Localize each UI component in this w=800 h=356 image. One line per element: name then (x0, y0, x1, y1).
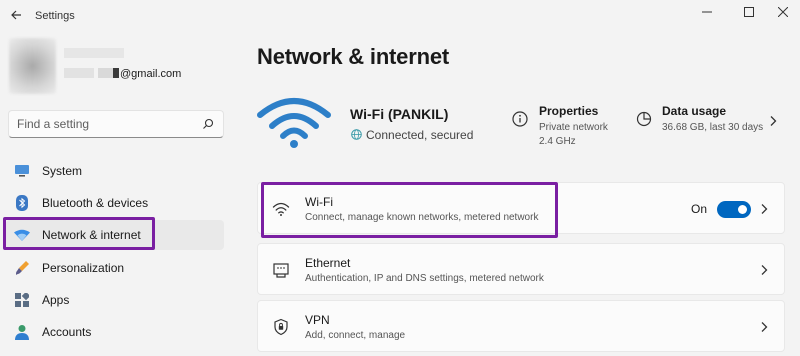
chevron-right-icon[interactable] (760, 203, 768, 215)
brush-icon (14, 260, 30, 276)
sidebar-item-accounts[interactable]: Accounts (6, 317, 224, 347)
chevron-right-icon[interactable] (768, 115, 778, 127)
title-bar: Settings (0, 0, 800, 32)
avatar[interactable] (9, 38, 56, 94)
monitor-icon (14, 163, 30, 179)
sidebar-item-system[interactable]: System (6, 156, 224, 186)
minimize-button[interactable] (692, 2, 722, 22)
search-input[interactable] (17, 117, 197, 131)
properties-band: 2.4 GHz (539, 136, 576, 147)
sidebar-item-label: Apps (42, 293, 70, 307)
sidebar-item-label: Personalization (42, 261, 125, 275)
sidebar-item-label: Accounts (42, 325, 92, 339)
profile-name-redacted (64, 48, 124, 58)
properties-link[interactable]: Properties (539, 104, 598, 118)
profile-email-redacted (113, 68, 119, 78)
ethernet-card[interactable]: Ethernet Authentication, IP and DNS sett… (257, 243, 785, 295)
pie-chart-icon[interactable] (636, 111, 652, 127)
back-arrow-icon[interactable] (8, 8, 24, 24)
ethernet-card-subtitle: Authentication, IP and DNS settings, met… (305, 273, 544, 284)
connection-status: Connected, secured (366, 128, 474, 142)
ethernet-icon (273, 263, 289, 278)
person-icon (14, 324, 30, 340)
maximize-button[interactable] (734, 2, 764, 22)
connected-network-name: Wi-Fi (PANKIL) (350, 106, 449, 122)
highlight-annotation (261, 182, 558, 238)
sidebar-item-label: System (42, 164, 83, 178)
profile-email-redacted (98, 68, 114, 78)
search-box[interactable] (8, 110, 224, 138)
chevron-right-icon[interactable] (760, 264, 768, 276)
vpn-card-subtitle: Add, connect, manage (305, 330, 406, 341)
toggle-knob (738, 205, 747, 214)
profile-email: @gmail.com (120, 68, 182, 80)
wifi-large-icon (257, 98, 331, 148)
sidebar-item-bluetooth[interactable]: Bluetooth & devices (6, 188, 224, 218)
profile-email-redacted (64, 68, 94, 78)
search-icon[interactable] (202, 118, 214, 130)
data-usage-link[interactable]: Data usage (662, 104, 726, 118)
sidebar-item-apps[interactable]: Apps (6, 285, 224, 315)
vpn-card[interactable]: VPN Add, connect, manage (257, 300, 785, 352)
chevron-right-icon[interactable] (760, 321, 768, 333)
highlight-annotation (3, 217, 155, 250)
globe-icon (351, 129, 362, 140)
sidebar-item-personalization[interactable]: Personalization (6, 253, 224, 283)
wifi-toggle[interactable] (717, 201, 751, 218)
page-title: Network & internet (257, 44, 449, 69)
info-icon[interactable] (512, 111, 528, 127)
sidebar-item-label: Bluetooth & devices (42, 196, 149, 210)
app-title: Settings (35, 10, 75, 22)
properties-network-type: Private network (539, 122, 608, 133)
shield-icon (274, 318, 288, 336)
vpn-card-title: VPN (305, 313, 330, 327)
bluetooth-icon (14, 195, 30, 211)
apps-icon (14, 292, 30, 308)
settings-window: Settings @gmail.com System Blue (0, 0, 800, 356)
wifi-toggle-label: On (691, 202, 708, 216)
data-usage-summary: 36.68 GB, last 30 days (662, 122, 764, 133)
ethernet-card-title: Ethernet (305, 256, 351, 270)
close-button[interactable] (768, 2, 798, 22)
